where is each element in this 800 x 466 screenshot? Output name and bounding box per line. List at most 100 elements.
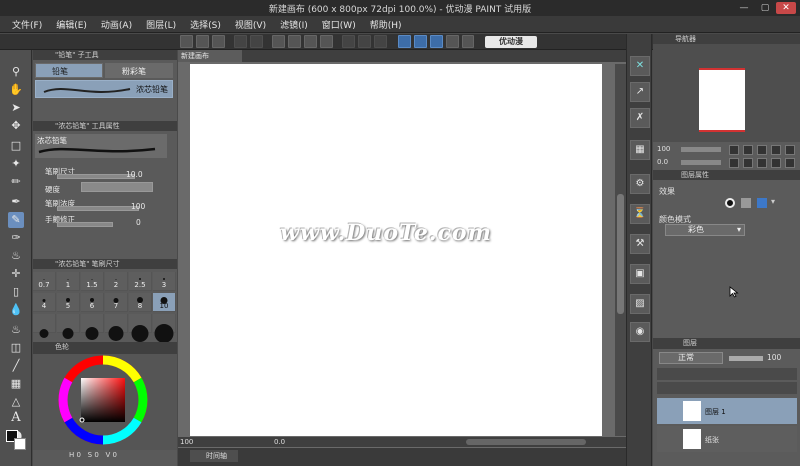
material-icon[interactable]: ⚙ xyxy=(630,174,650,194)
tool-icon[interactable]: ⚒ xyxy=(630,234,650,254)
brush-icon[interactable]: ✑ xyxy=(8,230,24,246)
snap-special-ruler-icon[interactable] xyxy=(414,35,427,48)
undo-icon[interactable] xyxy=(234,35,247,48)
color-wheel[interactable] xyxy=(55,354,151,450)
menu-select[interactable]: 选择(S) xyxy=(190,18,221,31)
menu-layer[interactable]: 图层(L) xyxy=(146,18,176,31)
brush-size-cell[interactable]: 3 xyxy=(153,272,176,291)
rotate-left-icon[interactable] xyxy=(729,158,739,168)
color-mode-dropdown[interactable]: 彩色 ▾ xyxy=(665,224,745,236)
layer-color-icon[interactable] xyxy=(757,198,767,208)
rotate-right-icon[interactable] xyxy=(743,158,753,168)
selection-crop-icon[interactable] xyxy=(358,35,371,48)
opacity-slider[interactable] xyxy=(729,356,763,361)
settings-icon[interactable] xyxy=(446,35,459,48)
brush-size-cell[interactable]: 8 xyxy=(129,293,152,312)
redo-icon[interactable] xyxy=(250,35,263,48)
deselect-icon[interactable] xyxy=(288,35,301,48)
paper-layer-row[interactable]: 纸张 xyxy=(657,426,797,452)
size-slider[interactable] xyxy=(57,174,135,179)
brush-preview-selected[interactable]: 浓芯铅笔 xyxy=(35,80,173,98)
actual-size-icon[interactable] xyxy=(771,145,781,155)
gradient-icon[interactable]: ◫ xyxy=(8,340,24,356)
hand-icon[interactable]: ✋ xyxy=(8,82,24,98)
text-icon[interactable]: A xyxy=(8,410,24,426)
eyedropper-icon[interactable]: ✏ xyxy=(8,174,24,190)
menu-animation[interactable]: 动画(A) xyxy=(101,18,132,31)
blend-mode-dropdown[interactable]: 正常 xyxy=(659,352,723,364)
brush-size-cell[interactable]: 10 xyxy=(153,293,176,312)
chevron-down-icon[interactable]: ▾ xyxy=(771,197,775,206)
menu-edit[interactable]: 编辑(E) xyxy=(56,18,87,31)
maximize-button[interactable]: ▢ xyxy=(755,2,775,14)
layer-props-icon[interactable]: ✗ xyxy=(630,108,650,128)
close-button[interactable]: ✕ xyxy=(776,2,796,14)
menu-file[interactable]: 文件(F) xyxy=(12,18,42,31)
brush-size-cell[interactable]: 5 xyxy=(57,293,80,312)
menu-filter[interactable]: 滤镜(I) xyxy=(280,18,308,31)
brush-size-large-cell[interactable] xyxy=(129,314,152,342)
snap-grid-icon[interactable] xyxy=(430,35,443,48)
border-effect-icon[interactable] xyxy=(725,198,735,208)
vertical-scrollbar[interactable] xyxy=(615,64,626,436)
open-file-icon[interactable] xyxy=(196,35,209,48)
pattern-icon[interactable]: ▨ xyxy=(630,294,650,314)
brush-size-large-cell[interactable] xyxy=(33,314,56,338)
stabilization-slider[interactable] xyxy=(57,222,113,227)
brush-size-large-cell[interactable] xyxy=(57,314,80,339)
transform-icon[interactable] xyxy=(272,35,285,48)
zoom-readout[interactable]: 100 xyxy=(180,438,193,446)
zoom-in-icon[interactable] xyxy=(729,145,739,155)
timeline-tab[interactable]: 时间轴 xyxy=(190,450,238,462)
texture-icon[interactable]: ▦ xyxy=(630,140,650,160)
nav-zoom-slider[interactable] xyxy=(681,147,721,152)
navigator-thumbnail[interactable] xyxy=(699,68,745,132)
camera-icon[interactable]: ◉ xyxy=(630,322,650,342)
sub-color-swatch[interactable] xyxy=(14,438,26,450)
fill-bucket-icon[interactable]: ♨ xyxy=(8,322,24,338)
subtool-pastel[interactable]: 粉彩笔 xyxy=(105,63,173,78)
selection-clear-icon[interactable] xyxy=(374,35,387,48)
density-slider[interactable] xyxy=(57,206,139,211)
brush-size-cell[interactable]: 7 xyxy=(105,293,128,312)
hardness-selector[interactable] xyxy=(81,182,153,192)
layer-tab[interactable]: 图层 xyxy=(653,338,800,349)
menu-help[interactable]: 帮助(H) xyxy=(370,18,402,31)
clear-icon[interactable] xyxy=(320,35,333,48)
opacity-value[interactable]: 100 xyxy=(767,353,781,362)
layer-row-selected[interactable]: 图层 1 xyxy=(657,398,797,424)
image-icon[interactable]: ▣ xyxy=(630,264,650,284)
fit-icon[interactable] xyxy=(757,145,767,155)
figure-icon[interactable]: ╱ xyxy=(8,358,24,374)
airbrush-icon[interactable]: ♨ xyxy=(8,248,24,264)
brush-size-large-cell[interactable] xyxy=(153,314,176,343)
scroll-thumb[interactable] xyxy=(617,194,624,314)
selection-icon[interactable]: □ xyxy=(8,138,24,154)
operation-icon[interactable]: ➤ xyxy=(8,100,24,116)
nav-angle[interactable]: 0.0 xyxy=(657,158,668,166)
snap-ruler-icon[interactable] xyxy=(398,35,411,48)
reset-rotation-icon[interactable] xyxy=(757,158,767,168)
eraser-icon[interactable]: ▯ xyxy=(8,284,24,300)
canvas-tab[interactable]: 新建画布 xyxy=(178,50,242,62)
crop-icon[interactable] xyxy=(342,35,355,48)
nav-angle-slider[interactable] xyxy=(681,160,721,165)
brush-size-cell[interactable]: 0.7 xyxy=(33,272,56,291)
pen-icon[interactable]: ✒ xyxy=(8,194,24,210)
history-icon[interactable]: ⏳ xyxy=(630,204,650,224)
fill-icon[interactable] xyxy=(304,35,317,48)
chevron-down-icon[interactable] xyxy=(462,35,474,48)
pencil-icon[interactable]: ✎ xyxy=(8,212,24,228)
navigator-icon[interactable]: ↗ xyxy=(630,82,650,102)
close-icon[interactable]: ✕ xyxy=(630,56,650,76)
angle-readout[interactable]: 0.0 xyxy=(274,438,285,446)
menu-view[interactable]: 视图(V) xyxy=(235,18,266,31)
frame-icon[interactable]: ▦ xyxy=(8,376,24,392)
menu-window[interactable]: 窗口(W) xyxy=(322,18,356,31)
auto-select-icon[interactable]: ✦ xyxy=(8,156,24,172)
zoom-icon[interactable]: ⚲ xyxy=(8,64,24,80)
move-layer-icon[interactable]: ✥ xyxy=(8,118,24,134)
brush-size-cell[interactable]: 2 xyxy=(105,272,128,291)
ruler-icon[interactable]: △ xyxy=(8,394,24,410)
flip-h-icon[interactable] xyxy=(771,158,781,168)
